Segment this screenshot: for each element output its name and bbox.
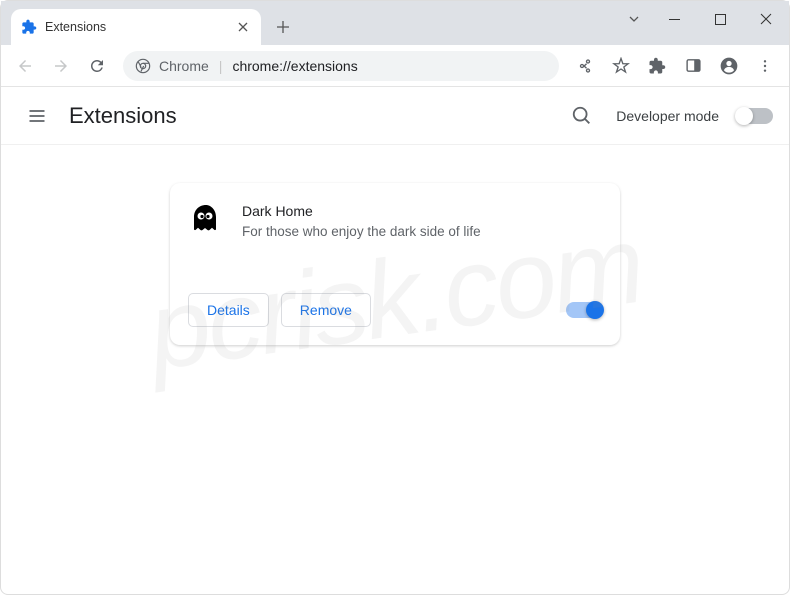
browser-tab[interactable]: Extensions bbox=[11, 9, 261, 45]
back-button[interactable] bbox=[9, 50, 41, 82]
chrome-icon bbox=[135, 58, 151, 74]
minimize-button[interactable] bbox=[651, 3, 697, 35]
ghost-icon bbox=[188, 201, 224, 237]
developer-mode-toggle[interactable] bbox=[737, 108, 773, 124]
share-icon[interactable] bbox=[569, 50, 601, 82]
extensions-icon[interactable] bbox=[641, 50, 673, 82]
address-url: chrome://extensions bbox=[232, 58, 357, 74]
maximize-button[interactable] bbox=[697, 3, 743, 35]
hamburger-menu-icon[interactable] bbox=[17, 96, 57, 136]
close-tab-icon[interactable] bbox=[235, 19, 251, 35]
address-bar[interactable]: Chrome | chrome://extensions bbox=[123, 51, 559, 81]
extension-enable-toggle[interactable] bbox=[566, 302, 602, 318]
bookmark-star-icon[interactable] bbox=[605, 50, 637, 82]
browser-toolbar: Chrome | chrome://extensions bbox=[1, 45, 789, 87]
new-tab-button[interactable] bbox=[269, 13, 297, 41]
profile-icon[interactable] bbox=[713, 50, 745, 82]
page-title: Extensions bbox=[69, 103, 566, 129]
reload-button[interactable] bbox=[81, 50, 113, 82]
extension-card: Dark Home For those who enjoy the dark s… bbox=[170, 183, 620, 345]
menu-dots-icon[interactable] bbox=[749, 50, 781, 82]
address-separator: | bbox=[219, 58, 223, 74]
window-controls bbox=[617, 1, 789, 37]
address-prefix: Chrome bbox=[159, 58, 209, 74]
search-icon[interactable] bbox=[566, 100, 598, 132]
forward-button[interactable] bbox=[45, 50, 77, 82]
title-bar: Extensions bbox=[1, 1, 789, 45]
tab-title: Extensions bbox=[45, 20, 235, 34]
details-button[interactable]: Details bbox=[188, 293, 269, 327]
chevron-down-icon[interactable] bbox=[617, 3, 651, 35]
extension-puzzle-icon bbox=[21, 19, 37, 35]
remove-button[interactable]: Remove bbox=[281, 293, 371, 327]
close-window-button[interactable] bbox=[743, 3, 789, 35]
extension-name: Dark Home bbox=[242, 203, 602, 219]
extension-description: For those who enjoy the dark side of lif… bbox=[242, 224, 602, 239]
content-area: Dark Home For those who enjoy the dark s… bbox=[1, 145, 789, 383]
page-header: Extensions Developer mode bbox=[1, 87, 789, 145]
developer-mode-label: Developer mode bbox=[616, 108, 719, 124]
sidepanel-icon[interactable] bbox=[677, 50, 709, 82]
